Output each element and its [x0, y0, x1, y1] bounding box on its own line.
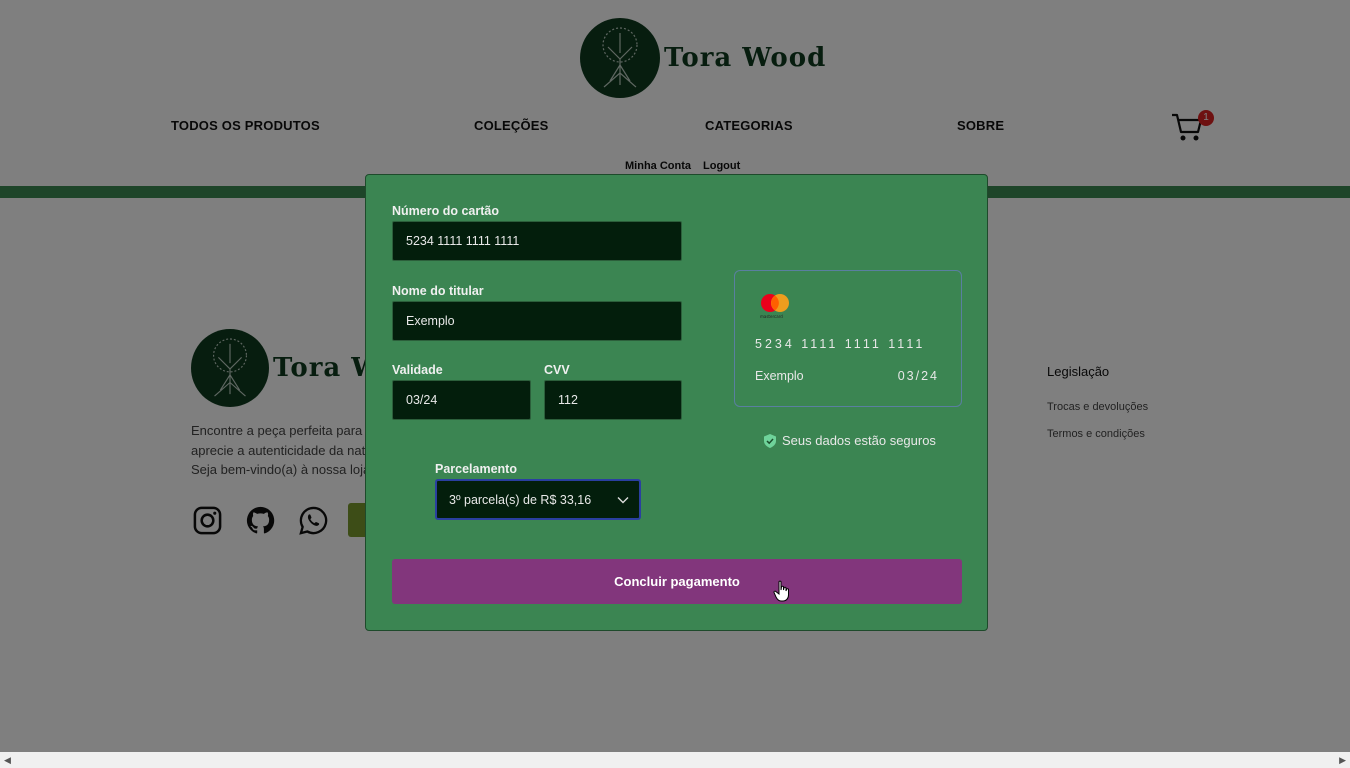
scroll-right-icon[interactable]: ▶ [1339, 755, 1346, 766]
card-preview-number: 5234 1111 1111 1111 [755, 337, 926, 351]
hand-cursor-icon [773, 580, 789, 602]
card-preview-name: Exemplo [755, 369, 804, 383]
cvv-label: CVV [544, 363, 570, 377]
expiry-label: Validade [392, 363, 443, 377]
card-number-input[interactable]: 5234 1111 1111 1111 [392, 221, 682, 261]
card-preview: mastercard 5234 1111 1111 1111 Exemplo 0… [734, 270, 962, 407]
shield-check-icon [764, 433, 776, 448]
chevron-down-icon [617, 496, 629, 503]
card-preview-expiry: 03/24 [897, 369, 939, 383]
secure-text: Seus dados estão seguros [782, 433, 936, 448]
installments-label: Parcelamento [435, 462, 517, 476]
submit-payment-button[interactable]: Concluir pagamento [392, 559, 962, 604]
installments-select[interactable]: 3º parcela(s) de R$ 33,16 [435, 479, 641, 520]
cvv-input[interactable]: 112 [544, 380, 682, 420]
holder-name-label: Nome do titular [392, 284, 484, 298]
card-number-label: Número do cartão [392, 204, 499, 218]
scroll-left-icon[interactable]: ◀ [4, 755, 11, 766]
horizontal-scrollbar[interactable]: ◀ ▶ [0, 752, 1350, 768]
secure-notice: Seus dados estão seguros [764, 433, 936, 448]
installments-selected-value: 3º parcela(s) de R$ 33,16 [449, 492, 592, 507]
mastercard-caption: mastercard [760, 314, 783, 319]
holder-name-input[interactable]: Exemplo [392, 301, 682, 341]
payment-modal: Número do cartão 5234 1111 1111 1111 Nom… [365, 174, 988, 631]
expiry-input[interactable]: 03/24 [392, 380, 531, 420]
mastercard-logo-icon: mastercard [760, 294, 789, 319]
